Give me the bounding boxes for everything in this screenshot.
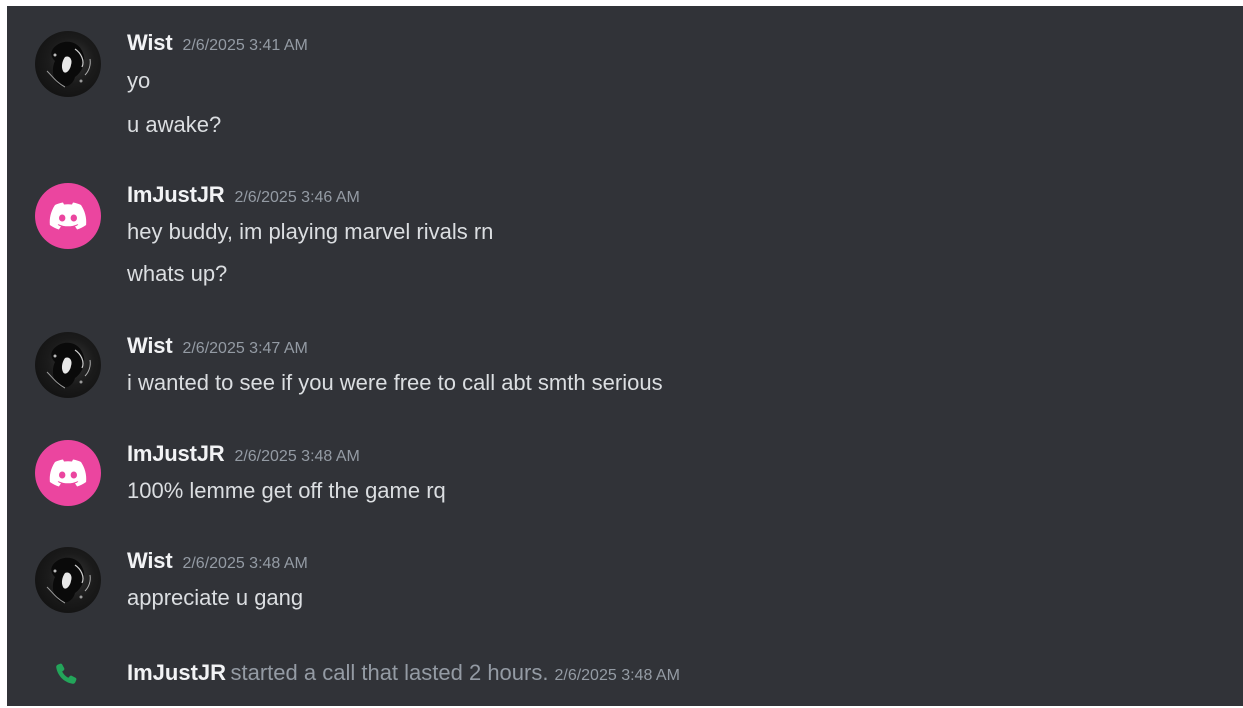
- message-timestamp: 2/6/2025 3:48 AM: [182, 555, 308, 572]
- message-text: 100% lemme get off the game rq: [127, 478, 446, 503]
- call-timestamp: 2/6/2025 3:48 AM: [554, 667, 680, 684]
- message-text: yo: [127, 68, 151, 93]
- call-event-text: ImJustJR started a call that lasted 2 ho…: [127, 659, 680, 690]
- message-text: hey buddy, im playing marvel rivals rn: [127, 219, 494, 244]
- call-description: started a call that lasted 2 hours.: [230, 660, 549, 685]
- message-text: whats up?: [127, 261, 228, 286]
- author-name[interactable]: Wist: [127, 30, 173, 55]
- call-event: ImJustJR started a call that lasted 2 ho…: [7, 656, 1243, 690]
- avatar[interactable]: [35, 547, 101, 613]
- avatar-image: [46, 557, 91, 604]
- author-name[interactable]: Wist: [127, 548, 173, 573]
- message-timestamp: 2/6/2025 3:41 AM: [182, 37, 308, 54]
- author-name[interactable]: ImJustJR: [127, 182, 225, 207]
- message-header: ImJustJR 2/6/2025 3:48 AM: [127, 440, 360, 471]
- phone-icon: [56, 663, 77, 684]
- author-name[interactable]: ImJustJR: [127, 441, 225, 466]
- message-text: i wanted to see if you were free to call…: [127, 370, 663, 395]
- chat-message-list: Wist 2/6/2025 3:41 AM yo u awake? ImJustJ…: [7, 6, 1243, 706]
- discord-logo-icon: [49, 202, 87, 230]
- message-timestamp: 2/6/2025 3:48 AM: [234, 448, 360, 465]
- author-name[interactable]: Wist: [127, 333, 173, 358]
- avatar[interactable]: [35, 332, 101, 398]
- message-timestamp: 2/6/2025 3:46 AM: [234, 189, 360, 206]
- message-header: ImJustJR 2/6/2025 3:46 AM: [127, 181, 360, 212]
- message-header: Wist 2/6/2025 3:41 AM: [127, 29, 308, 60]
- avatar-image: [46, 342, 91, 389]
- author-name[interactable]: ImJustJR: [127, 660, 226, 685]
- avatar[interactable]: [35, 31, 101, 97]
- discord-logo-icon: [49, 459, 87, 487]
- avatar-image: [46, 41, 91, 88]
- message-header: Wist 2/6/2025 3:48 AM: [127, 547, 308, 578]
- message-text: u awake?: [127, 112, 222, 137]
- avatar[interactable]: [35, 183, 101, 249]
- message-text: appreciate u gang: [127, 585, 304, 610]
- message-timestamp: 2/6/2025 3:47 AM: [182, 340, 308, 357]
- message-header: Wist 2/6/2025 3:47 AM: [127, 332, 308, 363]
- avatar[interactable]: [35, 440, 101, 506]
